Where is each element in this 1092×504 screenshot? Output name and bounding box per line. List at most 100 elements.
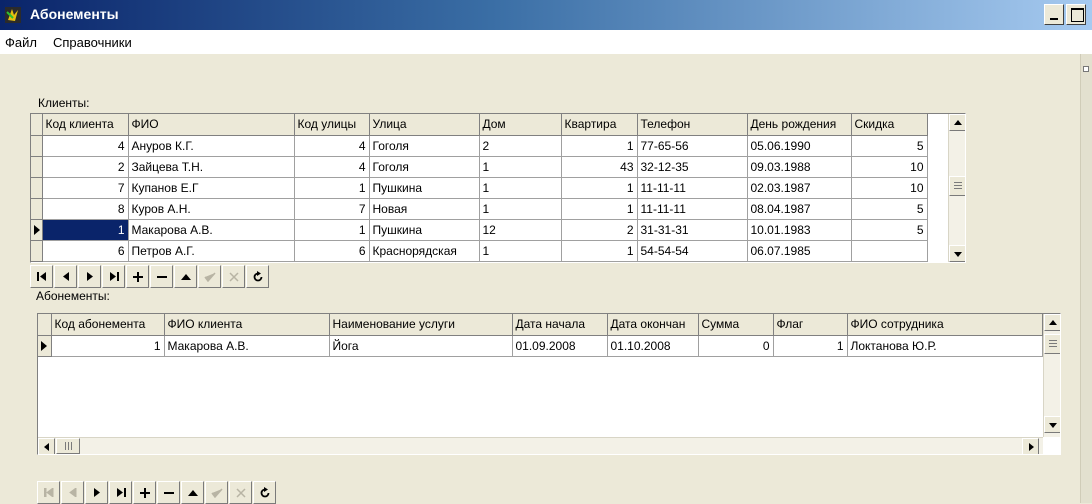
menu-file[interactable]: Файл [5, 35, 37, 50]
cell-selected[interactable]: 1 [42, 219, 129, 241]
cell[interactable]: 1 [561, 198, 638, 220]
cell[interactable]: 0 [698, 335, 774, 357]
cell[interactable]: 10.01.1983 [747, 219, 852, 241]
cell[interactable]: 01.09.2008 [512, 335, 608, 357]
cell[interactable]: 12 [479, 219, 562, 241]
scroll-thumb[interactable] [1044, 334, 1060, 354]
nav-insert-icon[interactable] [126, 265, 149, 288]
col-header[interactable]: Дом [479, 114, 562, 136]
nav-first-icon[interactable] [30, 265, 53, 288]
cell[interactable]: 8 [42, 198, 129, 220]
subscriptions-horizontal-scrollbar[interactable] [38, 437, 1043, 454]
cell[interactable]: 06.07.1985 [747, 240, 852, 262]
cell[interactable]: Локтанова Ю.Р. [847, 335, 1043, 357]
cell[interactable]: 7 [42, 177, 129, 199]
cell[interactable]: Новая [369, 198, 480, 220]
cell[interactable]: 2 [479, 135, 562, 157]
table-row[interactable]: 4 Ануров К.Г. 4 Гоголя 2 1 77-65-56 05.0… [31, 135, 928, 157]
scroll-right-icon[interactable] [1022, 438, 1039, 454]
cell[interactable]: 5 [851, 135, 928, 157]
cell[interactable]: Краснорядская [369, 240, 480, 262]
cell[interactable]: Купанов Е.Г [128, 177, 295, 199]
col-header[interactable]: Дата начала [512, 314, 608, 336]
cell[interactable]: 2 [561, 219, 638, 241]
nav-refresh-icon[interactable] [246, 265, 269, 288]
col-header[interactable]: Флаг [773, 314, 848, 336]
cell[interactable]: 1 [294, 177, 370, 199]
nav-post-icon[interactable] [198, 265, 221, 288]
minimize-button[interactable] [1044, 4, 1064, 25]
cell[interactable]: 5 [851, 198, 928, 220]
cell[interactable]: 1 [479, 156, 562, 178]
cell[interactable]: 1 [773, 335, 848, 357]
col-header[interactable]: Квартира [561, 114, 638, 136]
col-header[interactable]: Телефон [637, 114, 748, 136]
cell[interactable]: 5 [851, 219, 928, 241]
cell[interactable]: 2 [42, 156, 129, 178]
current-row-arrow-icon[interactable] [38, 335, 52, 357]
col-header[interactable]: Код абонемента [51, 314, 165, 336]
col-header[interactable]: Сумма [698, 314, 774, 336]
cell[interactable]: Зайцева Т.Н. [128, 156, 295, 178]
cell[interactable]: Пушкина [369, 219, 480, 241]
cell[interactable]: 77-65-56 [637, 135, 748, 157]
cell[interactable]: 32-12-35 [637, 156, 748, 178]
row-indicator[interactable] [31, 240, 43, 262]
table-row[interactable]: 6 Петров А.Г. 6 Краснорядская 1 1 54-54-… [31, 240, 928, 262]
scroll-down-icon[interactable] [949, 245, 965, 262]
col-header[interactable]: Код улицы [294, 114, 370, 136]
table-row[interactable]: 7 Купанов Е.Г 1 Пушкина 1 1 11-11-11 02.… [31, 177, 928, 199]
cell[interactable]: 01.10.2008 [607, 335, 699, 357]
subscriptions-grid[interactable]: Код абонемента ФИО клиента Наименование … [37, 313, 1061, 455]
cell[interactable]: 4 [42, 135, 129, 157]
col-header[interactable]: Дата окончан [607, 314, 699, 336]
cell[interactable]: 1 [51, 335, 165, 357]
nav-post-icon[interactable] [205, 481, 228, 504]
scroll-down-icon[interactable] [1044, 416, 1060, 433]
nav-first-icon[interactable] [37, 481, 60, 504]
col-header[interactable]: ФИО клиента [164, 314, 330, 336]
col-header[interactable]: Скидка [851, 114, 928, 136]
cell[interactable]: Гоголя [369, 135, 480, 157]
col-header[interactable]: ФИО сотрудника [847, 314, 1043, 336]
cell[interactable]: Петров А.Г. [128, 240, 295, 262]
row-indicator[interactable] [31, 198, 43, 220]
nav-cancel-icon[interactable] [222, 265, 245, 288]
cell[interactable]: Гоголя [369, 156, 480, 178]
cell[interactable]: 1 [561, 135, 638, 157]
cell[interactable]: 02.03.1987 [747, 177, 852, 199]
menu-reference[interactable]: Справочники [53, 35, 132, 50]
nav-delete-icon[interactable] [150, 265, 173, 288]
cell[interactable]: 1 [479, 177, 562, 199]
clients-vertical-scrollbar[interactable] [948, 114, 965, 262]
scroll-left-icon[interactable] [38, 438, 55, 454]
cell[interactable]: 1 [561, 177, 638, 199]
cell[interactable]: 4 [294, 135, 370, 157]
cell[interactable]: 4 [294, 156, 370, 178]
cell[interactable]: Куров А.Н. [128, 198, 295, 220]
scroll-thumb[interactable] [56, 438, 80, 454]
cell[interactable]: 11-11-11 [637, 177, 748, 199]
cell[interactable]: Пушкина [369, 177, 480, 199]
scroll-up-icon[interactable] [949, 114, 965, 131]
cell[interactable]: Йога [329, 335, 513, 357]
cell[interactable]: Макарова А.В. [164, 335, 330, 357]
nav-last-icon[interactable] [102, 265, 125, 288]
col-header[interactable]: ФИО [128, 114, 295, 136]
cell[interactable]: 6 [294, 240, 370, 262]
cell[interactable]: 09.03.1988 [747, 156, 852, 178]
nav-cancel-icon[interactable] [229, 481, 252, 504]
nav-next-icon[interactable] [85, 481, 108, 504]
nav-edit-icon[interactable] [181, 481, 204, 504]
cell[interactable]: 10 [851, 156, 928, 178]
cell[interactable]: 11-11-11 [637, 198, 748, 220]
nav-last-icon[interactable] [109, 481, 132, 504]
col-header[interactable]: Улица [369, 114, 480, 136]
nav-insert-icon[interactable] [133, 481, 156, 504]
cell[interactable]: Макарова А.В. [128, 219, 295, 241]
cell[interactable]: 54-54-54 [637, 240, 748, 262]
col-header[interactable]: Наименование услуги [329, 314, 513, 336]
nav-next-icon[interactable] [78, 265, 101, 288]
table-row-selected[interactable]: 1 Макарова А.В. 1 Пушкина 12 2 31-31-31 … [31, 219, 928, 241]
cell[interactable]: 1 [561, 240, 638, 262]
